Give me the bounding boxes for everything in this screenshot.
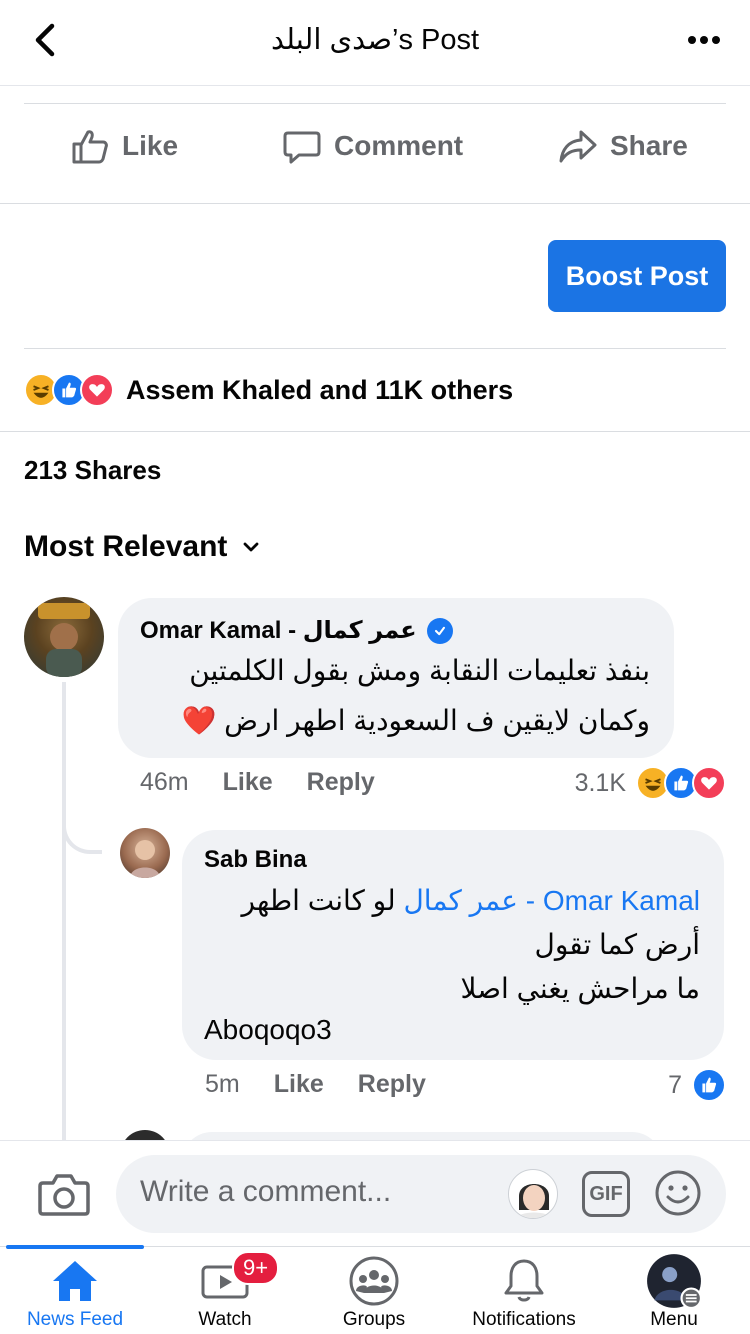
thumbs-up-icon bbox=[72, 130, 108, 164]
tab-notifications[interactable]: Notifications bbox=[449, 1247, 599, 1334]
comment-reaction-count[interactable]: 3.1K bbox=[575, 766, 726, 800]
comment-meta: 46m Like Reply bbox=[140, 768, 409, 797]
emoji-button[interactable] bbox=[654, 1169, 702, 1217]
avatar-image bbox=[38, 603, 90, 677]
comment-composer: GIF bbox=[0, 1140, 750, 1246]
avatar[interactable] bbox=[24, 597, 104, 677]
tab-watch[interactable]: 9+ Watch bbox=[150, 1247, 300, 1334]
menu-avatar-icon bbox=[647, 1254, 702, 1309]
comment-like-button[interactable]: Like bbox=[274, 1070, 324, 1099]
boost-post-button[interactable]: Boost Post bbox=[548, 240, 726, 312]
tab-label: Menu bbox=[650, 1309, 698, 1330]
tab-label: Watch bbox=[198, 1309, 252, 1330]
avatar[interactable] bbox=[120, 828, 170, 878]
tab-menu[interactable]: Menu bbox=[599, 1247, 749, 1334]
shares-count[interactable]: 213 Shares bbox=[24, 455, 161, 486]
comment-text-fragment: لو كانت اطهر bbox=[241, 885, 396, 916]
home-icon bbox=[53, 1261, 97, 1301]
camera-button[interactable] bbox=[38, 1171, 90, 1217]
share-button[interactable]: Share bbox=[558, 124, 688, 168]
bell-icon bbox=[504, 1259, 544, 1302]
comment-author[interactable]: Omar Kamal - عمر كمال bbox=[140, 616, 453, 645]
avatar-image bbox=[130, 840, 160, 878]
gif-button[interactable]: GIF bbox=[582, 1171, 630, 1217]
share-label: Share bbox=[610, 130, 688, 161]
like-label: Like bbox=[122, 130, 179, 161]
sort-label: Most Relevant bbox=[24, 530, 228, 563]
comment-bubble[interactable]: Sab Bina Omar Kamal - عمر كمال لو كانت ا… bbox=[182, 830, 724, 1060]
reaction-icons bbox=[24, 373, 114, 407]
like-button[interactable]: Like bbox=[70, 124, 178, 168]
divider bbox=[24, 348, 726, 349]
comment-button[interactable]: Comment bbox=[282, 124, 463, 168]
comment-author[interactable]: Sab Bina bbox=[204, 846, 307, 874]
bottom-tab-bar: News Feed 9+ Watch Groups Notifications bbox=[0, 1245, 750, 1334]
reaction-count-text: 3.1K bbox=[574, 768, 626, 797]
comment-bubble[interactable]: Omar Kamal - عمر كمال بنفذ تعليمات النقا… bbox=[118, 598, 674, 758]
divider bbox=[0, 203, 750, 204]
camera-icon bbox=[38, 1174, 90, 1216]
more-options-button[interactable] bbox=[684, 24, 724, 56]
comment-input[interactable] bbox=[140, 1175, 490, 1209]
reaction-count-text: 7 bbox=[668, 1070, 682, 1099]
post-header: صدى البلد’s Post bbox=[0, 0, 750, 86]
love-reaction-icon bbox=[80, 373, 114, 407]
more-icon bbox=[688, 36, 720, 44]
tab-label: Notifications bbox=[472, 1309, 576, 1330]
comment-signature: Aboqoqo3 bbox=[204, 1014, 332, 1045]
divider bbox=[0, 431, 750, 432]
comment-reply-button[interactable]: Reply bbox=[307, 768, 375, 797]
comment-text-line: بنفذ تعليمات النقابة ومش بقول الكلمتين bbox=[189, 655, 650, 686]
comment-sort-selector[interactable]: Most Relevant bbox=[24, 530, 261, 564]
author-name: Omar Kamal - عمر كمال bbox=[140, 617, 417, 644]
post-action-bar: Like Comment Share bbox=[0, 104, 750, 204]
tab-news-feed[interactable]: News Feed bbox=[0, 1247, 150, 1334]
share-arrow-icon bbox=[559, 130, 597, 163]
smiley-icon bbox=[655, 1170, 701, 1216]
comment-text-line: أرض كما تقول bbox=[534, 929, 700, 960]
mention-link[interactable]: Omar Kamal - عمر كمال bbox=[403, 885, 700, 916]
comment-input-container: GIF bbox=[116, 1155, 726, 1233]
comment-text-line: وكمان لايقين ف السعودية اطهر ارض ❤️ bbox=[181, 705, 651, 736]
page-title: صدى البلد’s Post bbox=[270, 24, 480, 56]
gif-label: GIF bbox=[589, 1182, 623, 1205]
avatar-sticker-button[interactable] bbox=[508, 1169, 558, 1219]
tab-label: News Feed bbox=[26, 1309, 124, 1330]
tab-groups[interactable]: Groups bbox=[299, 1247, 449, 1334]
comment-time: 5m bbox=[205, 1070, 240, 1098]
comment-bubble-icon bbox=[283, 131, 321, 164]
love-reaction-icon bbox=[692, 766, 726, 800]
groups-icon bbox=[349, 1256, 399, 1306]
thread-branch bbox=[62, 810, 102, 854]
chevron-down-icon bbox=[243, 542, 259, 552]
tab-label: Groups bbox=[342, 1309, 406, 1330]
comment-reply-button[interactable]: Reply bbox=[358, 1070, 426, 1099]
author-name: Sab Bina bbox=[204, 846, 307, 873]
comment-meta: 5m Like Reply bbox=[205, 1070, 460, 1099]
reactions-summary-text: Assem Khaled and 11K others bbox=[126, 374, 514, 405]
like-reaction-icon bbox=[692, 1068, 726, 1102]
thread-line bbox=[62, 682, 66, 1142]
avatar-sticker-icon bbox=[516, 1184, 552, 1218]
comment-reaction-count[interactable]: 7 bbox=[668, 1068, 726, 1102]
notification-badge: 9+ bbox=[232, 1251, 280, 1285]
comment-label: Comment bbox=[334, 130, 464, 161]
comment-like-button[interactable]: Like bbox=[223, 768, 273, 797]
comment-text-line: Omar Kamal - عمر كمال لو كانت اطهر bbox=[242, 878, 700, 924]
comment-text-line: ما مراحش يغني اصلا bbox=[460, 973, 700, 1004]
verified-badge-icon bbox=[426, 617, 453, 644]
reactions-summary[interactable]: Assem Khaled and 11K others bbox=[24, 370, 513, 410]
comment-time: 46m bbox=[140, 768, 189, 796]
